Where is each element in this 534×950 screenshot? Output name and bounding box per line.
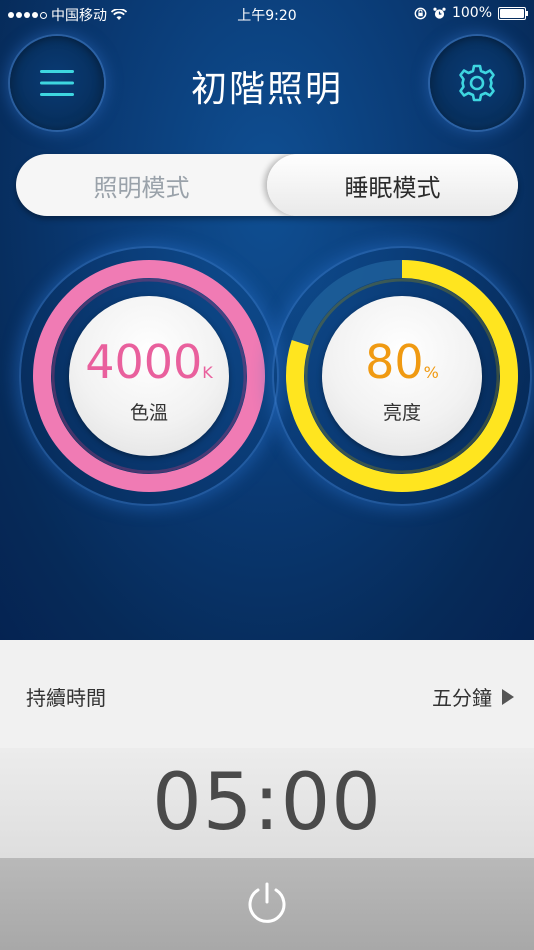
color-temperature-readout: 4000K 色溫 — [69, 296, 229, 456]
brightness-dial[interactable]: 80% 亮度 — [284, 258, 520, 494]
brightness-label: 亮度 — [382, 402, 421, 424]
gear-icon — [459, 64, 495, 102]
timer-text: 05:00 — [152, 758, 382, 848]
duration-value-text: 五分鐘 — [432, 686, 492, 710]
mode-switch: 照明模式 睡眠模式 — [16, 154, 518, 216]
duration-value[interactable]: 五分鐘 — [432, 682, 514, 711]
duration-label: 持續時間 — [26, 686, 106, 710]
main-panel: 中国移动 上午9:20 100% 初階照明 照明模式 睡眠模式 4000K 色溫… — [0, 0, 534, 640]
brightness-unit: % — [423, 363, 439, 382]
power-icon[interactable] — [244, 881, 290, 927]
play-arrow-icon — [502, 688, 514, 705]
color-temperature-number: 4000 — [85, 335, 203, 389]
power-bar — [0, 858, 534, 950]
duration-selector[interactable]: 持續時間 五分鐘 — [0, 640, 534, 748]
color-temperature-value: 4000K — [69, 336, 229, 399]
brightness-value: 80% — [322, 336, 482, 399]
timer-display: 05:00 — [0, 748, 534, 858]
status-bar: 中国移动 上午9:20 100% — [0, 0, 534, 28]
battery-percent: 100% — [451, 5, 492, 21]
brightness-readout: 80% 亮度 — [322, 296, 482, 456]
orientation-lock-icon — [414, 7, 427, 19]
battery-icon — [498, 6, 528, 20]
color-temperature-label: 色溫 — [129, 402, 168, 424]
status-right: 100% — [414, 5, 528, 21]
tab-lighting-mode[interactable]: 照明模式 — [16, 154, 267, 216]
color-temperature-unit: K — [202, 363, 213, 382]
tab-sleep-mode[interactable]: 睡眠模式 — [267, 154, 518, 216]
alarm-icon — [433, 7, 446, 19]
brightness-number: 80 — [365, 335, 424, 389]
color-temperature-dial[interactable]: 4000K 色溫 — [31, 258, 267, 494]
settings-button[interactable] — [430, 36, 524, 130]
